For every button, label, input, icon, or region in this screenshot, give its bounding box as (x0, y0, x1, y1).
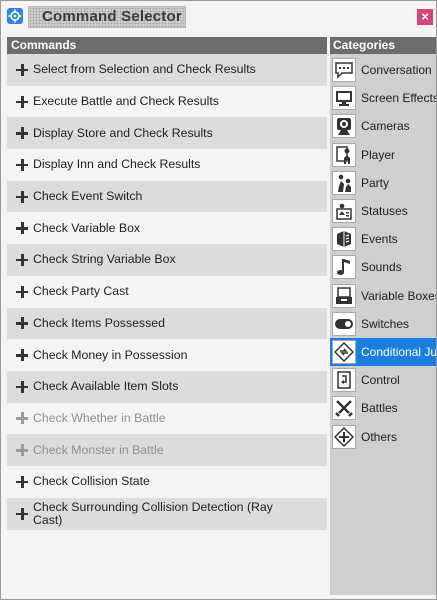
commands-header: Commands (7, 37, 327, 54)
category-item-screen-effects[interactable]: Screen Effects (330, 84, 436, 112)
events-icon (332, 227, 356, 252)
command-item[interactable]: Check Surrounding Collision Detection (R… (7, 497, 327, 530)
category-item-control[interactable]: Control (330, 366, 436, 394)
close-button[interactable]: × (417, 9, 433, 25)
title-bar[interactable]: Command Selector × (1, 1, 436, 33)
command-list: Select from Selection and Check Results … (7, 54, 327, 530)
categories-header: Categories (330, 37, 436, 54)
plus-icon (15, 507, 29, 521)
category-item-others[interactable]: Others (330, 422, 436, 450)
plus-icon (15, 316, 29, 330)
category-item-statuses[interactable]: Statuses (330, 197, 436, 225)
category-item-events[interactable]: Events (330, 225, 436, 253)
status-icon (332, 199, 356, 224)
plus-icon (15, 380, 29, 394)
toggle-switch-icon (332, 311, 356, 336)
command-item[interactable]: Check Event Switch (7, 180, 327, 213)
command-selector-window: Command Selector × Commands Select from … (0, 0, 437, 600)
command-item[interactable]: Check Items Possessed (7, 307, 327, 340)
category-item-variable-boxes[interactable]: Variable Boxes (330, 282, 436, 310)
app-icon (7, 8, 23, 24)
command-item[interactable]: Check Collision State (7, 465, 327, 498)
crossed-swords-icon (332, 396, 356, 421)
category-item-party[interactable]: Party (330, 169, 436, 197)
command-item[interactable]: Check String Variable Box (7, 244, 327, 276)
window-title: Command Selector (42, 8, 182, 25)
plus-icon (15, 475, 29, 489)
command-item-disabled: Check Monster in Battle (7, 434, 327, 466)
command-item[interactable]: Check Money in Possession (7, 339, 327, 371)
command-item[interactable]: Display Store and Check Results (7, 117, 327, 150)
category-item-battles[interactable]: Battles (330, 394, 436, 422)
plus-icon (15, 63, 29, 77)
categories-panel: Categories Conversation Screen Effects C… (330, 37, 436, 595)
others-icon (332, 424, 356, 449)
monitor-icon (332, 86, 356, 111)
command-item[interactable]: Display Inn and Check Results (7, 149, 327, 181)
command-item[interactable]: Check Variable Box (7, 212, 327, 245)
plus-icon (15, 126, 29, 140)
plus-icon (15, 443, 29, 457)
conditional-jump-icon (332, 339, 356, 364)
music-note-icon (332, 255, 356, 280)
category-item-conversation[interactable]: Conversation (330, 56, 436, 84)
commands-panel: Commands Select from Selection and Check… (7, 37, 327, 595)
plus-icon (15, 253, 29, 267)
category-item-cameras[interactable]: Cameras (330, 112, 436, 140)
plus-icon (15, 411, 29, 425)
category-item-conditional-jumps[interactable]: Conditional Jumps (330, 337, 436, 367)
control-flow-icon (332, 368, 356, 393)
command-item-disabled: Check Whether in Battle (7, 402, 327, 435)
category-item-sounds[interactable]: Sounds (330, 253, 436, 281)
party-icon (332, 170, 356, 195)
command-item[interactable]: Select from Selection and Check Results (7, 54, 327, 86)
plus-icon (15, 158, 29, 172)
variable-box-icon (332, 283, 356, 308)
camera-icon (332, 114, 356, 139)
plus-icon (15, 348, 29, 362)
command-item[interactable]: Execute Battle and Check Results (7, 85, 327, 118)
plus-icon (15, 190, 29, 204)
command-item[interactable]: Check Party Cast (7, 275, 327, 308)
command-item[interactable]: Check Available Item Slots (7, 370, 327, 403)
speech-bubble-icon (332, 58, 356, 83)
category-item-switches[interactable]: Switches (330, 310, 436, 338)
plus-icon (15, 221, 29, 235)
category-list: Conversation Screen Effects Cameras Play… (330, 54, 436, 451)
category-item-player[interactable]: Player (330, 141, 436, 169)
plus-icon (15, 285, 29, 299)
player-icon (332, 142, 356, 167)
plus-icon (15, 95, 29, 109)
